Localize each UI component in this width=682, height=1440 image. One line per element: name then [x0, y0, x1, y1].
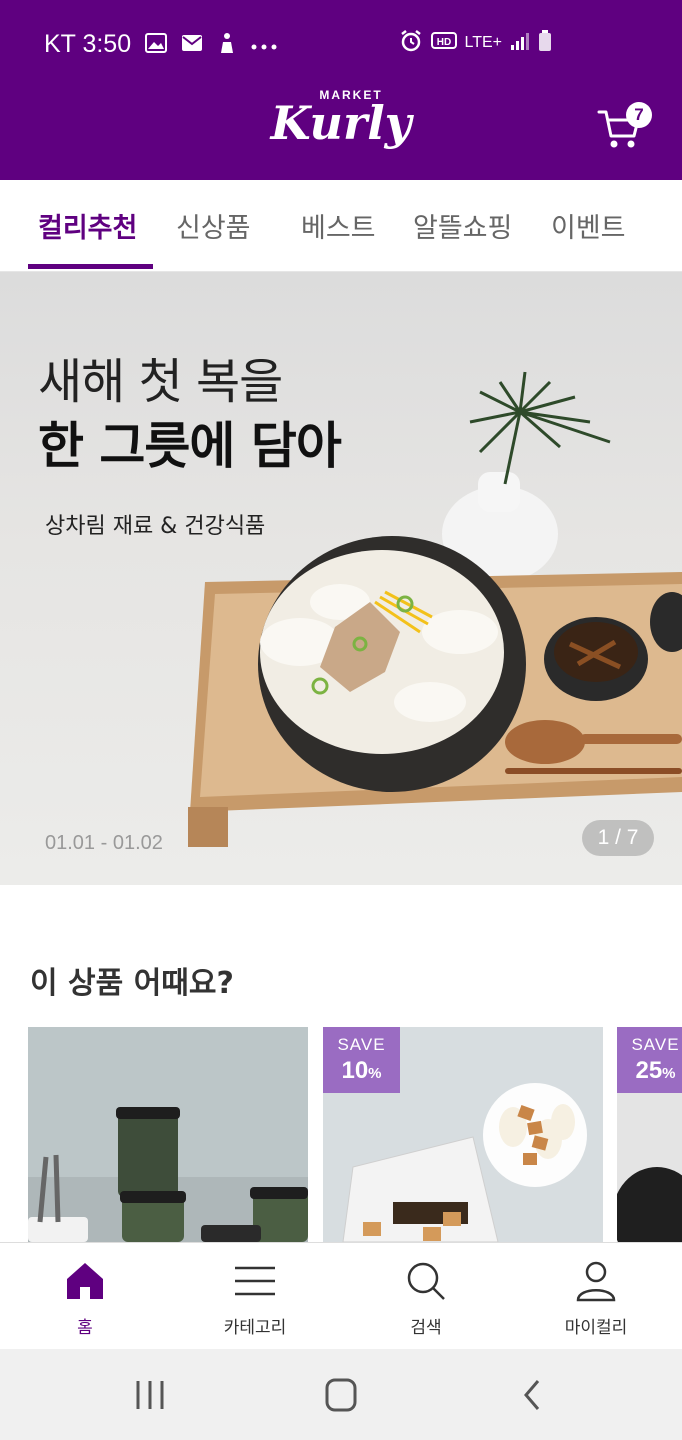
nav-my-kurly-label: 마이컬리	[564, 1318, 628, 1338]
logo-kurly-text: Kurly	[270, 96, 412, 150]
product-image-salad-jars	[28, 1027, 308, 1242]
promo-banner[interactable]: 새해 첫 복을 한 그릇에 담아 상차림 재료 & 건강식품 01.01 - 0…	[0, 272, 682, 885]
tab-new-products[interactable]: 신상품	[176, 206, 251, 245]
market-kurly-logo[interactable]: MARKET Kurly	[270, 88, 412, 168]
alarm-icon	[399, 30, 423, 56]
hd-icon: HD	[430, 31, 457, 55]
recent-apps-button[interactable]	[130, 1377, 170, 1413]
recent-apps-icon	[136, 1381, 164, 1409]
carrier-time: KT 3:50	[44, 30, 132, 58]
accessibility-icon	[217, 32, 237, 58]
nav-home-label: 홈	[77, 1318, 93, 1338]
save-label: SAVE	[631, 1035, 680, 1054]
menu-icon	[233, 1259, 277, 1303]
product-card[interactable]: SAVE 25%	[617, 1027, 682, 1242]
save-badge: SAVE 10%	[323, 1027, 400, 1093]
nav-search-label: 검색	[410, 1318, 442, 1338]
status-bar: KT 3:50 HD LTE+	[0, 0, 682, 90]
cart-count-badge: 7	[626, 102, 652, 128]
save-percent: 10%	[341, 1057, 382, 1084]
product-card[interactable]: SAVE 10%	[323, 1027, 603, 1242]
app-header: KT 3:50 HD LTE+ MARKET Kurly 7	[0, 0, 682, 180]
save-label: SAVE	[337, 1035, 386, 1054]
product-card[interactable]	[28, 1027, 308, 1242]
bottom-navigation: 홈 카테고리 검색 마이컬리	[0, 1242, 682, 1349]
cart-button[interactable]: 7	[596, 100, 658, 150]
nav-category[interactable]: 카테고리	[170, 1243, 340, 1350]
save-percent: 25%	[635, 1057, 676, 1084]
save-badge: SAVE 25%	[617, 1027, 682, 1093]
banner-headline-line1: 새해 첫 복을	[38, 354, 283, 410]
banner-headline-line2: 한 그릇에 담아	[38, 417, 342, 475]
back-icon	[524, 1380, 540, 1410]
nav-home[interactable]: 홈	[0, 1243, 170, 1350]
user-icon	[574, 1259, 618, 1303]
battery-icon	[538, 30, 552, 56]
banner-pager: 1 / 7	[582, 820, 654, 856]
svg-text:HD: HD	[436, 37, 450, 48]
category-tabs: 컬리추천 신상품 베스트 알뜰쇼핑 이벤트	[0, 180, 682, 272]
banner-date-range: 01.01 - 01.02	[45, 832, 163, 854]
system-navigation-bar	[0, 1349, 682, 1440]
home-square-icon	[325, 1378, 357, 1412]
tab-events[interactable]: 이벤트	[551, 206, 626, 245]
nav-category-label: 카테고리	[223, 1318, 287, 1338]
home-system-button[interactable]	[321, 1377, 361, 1413]
tab-kurly-recommend[interactable]: 컬리추천	[38, 206, 137, 245]
nav-search[interactable]: 검색	[341, 1243, 511, 1350]
search-icon	[404, 1259, 448, 1303]
mail-icon	[181, 34, 203, 56]
signal-icon	[510, 31, 530, 55]
tab-thrifty-shopping[interactable]: 알뜰쇼핑	[413, 206, 512, 245]
more-icon	[251, 35, 277, 54]
nav-my-kurly[interactable]: 마이컬리	[511, 1243, 681, 1350]
tab-best[interactable]: 베스트	[301, 206, 376, 245]
banner-subtitle: 상차림 재료 & 건강식품	[45, 514, 266, 539]
active-tab-indicator	[28, 264, 153, 269]
network-label: LTE+	[464, 34, 503, 51]
back-button[interactable]	[512, 1377, 552, 1413]
home-icon	[63, 1259, 107, 1303]
gallery-icon	[145, 32, 168, 57]
section-title: 이 상품 어때요?	[30, 966, 234, 1001]
